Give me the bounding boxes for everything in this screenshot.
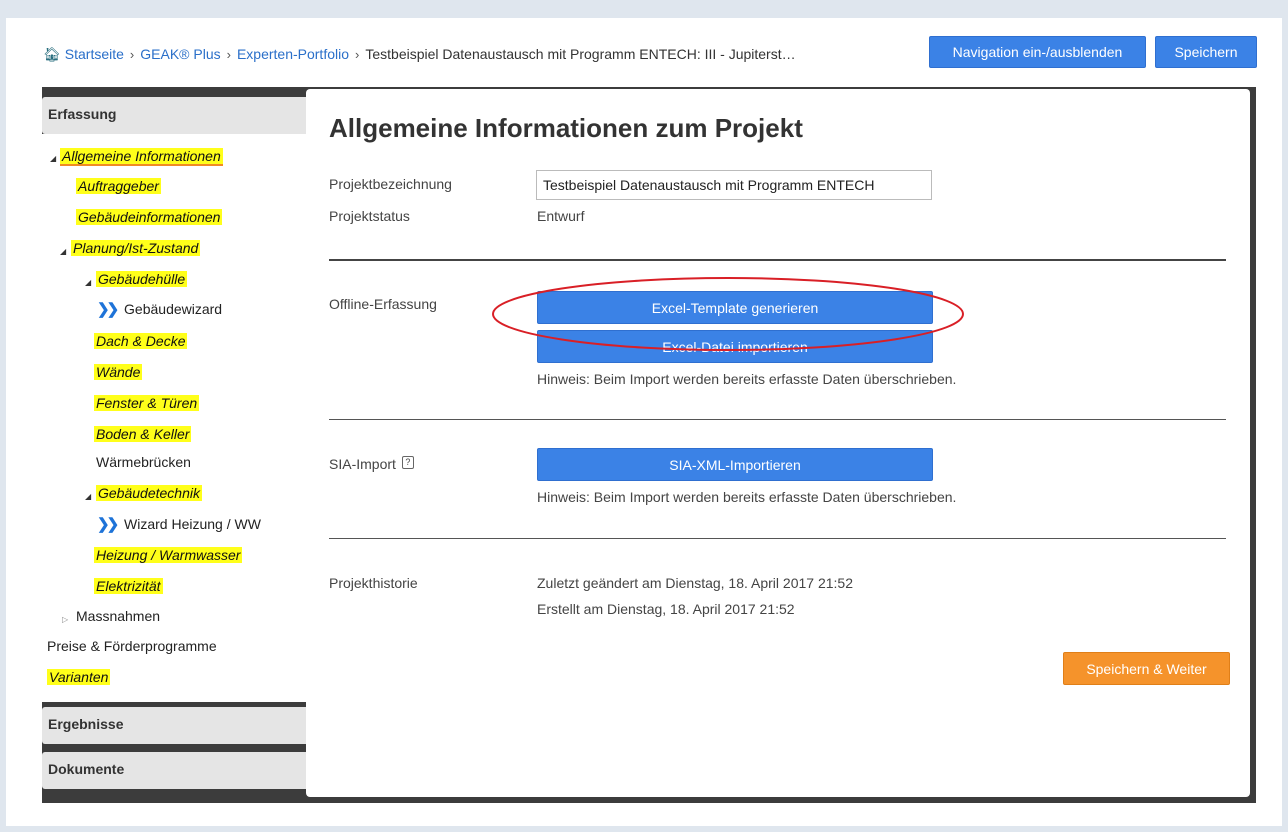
import-note: Hinweis: Beim Import werden bereits erfa… — [537, 371, 957, 387]
sidebar-item-label: Elektrizität — [94, 578, 163, 594]
projektstatus-value: Entwurf — [537, 208, 585, 224]
sidebar-item-waermebruecken[interactable]: Wärmebrücken — [96, 450, 191, 474]
breadcrumb-current: Testbeispiel Datenaustausch mit Programm… — [365, 46, 796, 62]
section-ergebnisse[interactable]: Ergebnisse — [42, 707, 306, 744]
collapsed-triangle-icon[interactable]: ▷ — [62, 615, 68, 624]
expanded-triangle-icon[interactable]: ◢ — [85, 278, 91, 287]
expanded-triangle-icon[interactable]: ◢ — [50, 154, 56, 163]
sidebar-nav: ◢ Allgemeine Informationen Auftraggeber … — [42, 134, 306, 702]
sidebar-item-gebaeudetechnik[interactable]: Gebäudetechnik — [96, 481, 202, 505]
sidebar-item-waende[interactable]: Wände — [94, 360, 143, 384]
divider — [329, 419, 1226, 420]
sia-xml-import-button[interactable]: SIA-XML-Importieren — [537, 448, 933, 481]
projekthistorie-label: Projekthistorie — [329, 575, 418, 591]
sidebar-item-label: Boden & Keller — [94, 426, 192, 442]
sia-note: Hinweis: Beim Import werden bereits erfa… — [537, 489, 957, 505]
help-icon[interactable]: ? — [401, 456, 414, 469]
navigation-toggle-button[interactable]: Navigation ein-/ausblenden — [929, 36, 1146, 68]
sidebar-item-label: Allgemeine Informationen — [60, 148, 223, 166]
sidebar-item-auftraggeber[interactable]: Auftraggeber — [76, 174, 161, 198]
sidebar-item-label: Wärmebrücken — [96, 454, 191, 470]
sidebar-item-allgemeine-informationen[interactable]: Allgemeine Informationen — [60, 144, 223, 168]
excel-template-button[interactable]: Excel-Template generieren — [537, 291, 933, 324]
sidebar-item-gebaeudewizard[interactable]: ❯❯ Gebäudewizard — [97, 297, 222, 321]
save-and-continue-button[interactable]: Speichern & Weiter — [1063, 652, 1230, 685]
divider — [329, 259, 1226, 261]
sidebar-item-preise[interactable]: Preise & Förderprogramme — [47, 634, 217, 658]
sidebar: Erfassung ◢ Allgemeine Informationen Auf… — [42, 97, 306, 793]
offline-erfassung-label: Offline-Erfassung — [329, 296, 437, 312]
sidebar-item-label: Gebäudewizard — [124, 301, 223, 317]
breadcrumb-separator: › — [129, 46, 135, 62]
section-dokumente[interactable]: Dokumente — [42, 752, 306, 789]
section-erfassung[interactable]: Erfassung — [42, 97, 306, 134]
sidebar-item-heizung-warmwasser[interactable]: Heizung / Warmwasser — [94, 543, 243, 567]
sidebar-item-label: Dach & Decke — [94, 333, 188, 349]
sidebar-item-label: Planung/Ist-Zustand — [71, 240, 201, 256]
sidebar-item-label: Gebäudetechnik — [96, 485, 202, 501]
expanded-triangle-icon[interactable]: ◢ — [60, 247, 66, 256]
page-title: Allgemeine Informationen zum Projekt — [329, 113, 803, 143]
sidebar-item-dach-decke[interactable]: Dach & Decke — [94, 329, 188, 353]
breadcrumb: 🏠︎ Startseite › GEAK® Plus › Experten-Po… — [43, 44, 796, 64]
home-icon[interactable]: 🏠︎ — [43, 46, 61, 63]
sidebar-item-label: Wizard Heizung / WW — [124, 516, 261, 532]
sia-import-label: SIA-Import? — [329, 456, 414, 472]
sidebar-item-fenster-tueren[interactable]: Fenster & Türen — [94, 391, 200, 415]
sia-import-label-text: SIA-Import — [329, 456, 396, 472]
projektstatus-label: Projektstatus — [329, 208, 410, 224]
history-created: Erstellt am Dienstag, 18. April 2017 21:… — [537, 601, 795, 617]
sidebar-item-label: Varianten — [47, 669, 111, 685]
sidebar-item-elektrizitaet[interactable]: Elektrizität — [94, 574, 163, 598]
sidebar-item-label: Preise & Förderprogramme — [47, 638, 217, 654]
sidebar-item-varianten[interactable]: Varianten — [47, 665, 111, 689]
breadcrumb-experten-portfolio[interactable]: Experten-Portfolio — [237, 46, 349, 62]
history-changed: Zuletzt geändert am Dienstag, 18. April … — [537, 575, 853, 591]
sidebar-item-boden-keller[interactable]: Boden & Keller — [94, 422, 192, 446]
sidebar-item-label: Wände — [94, 364, 143, 380]
sidebar-item-label: Heizung / Warmwasser — [94, 547, 243, 563]
breadcrumb-startseite[interactable]: Startseite — [65, 46, 124, 62]
double-chevron-icon: ❯❯ — [97, 516, 119, 533]
sidebar-item-wizard-heizung[interactable]: ❯❯ Wizard Heizung / WW — [97, 512, 261, 536]
sidebar-item-label: Fenster & Türen — [94, 395, 200, 411]
projektbezeichnung-label: Projektbezeichnung — [329, 176, 452, 192]
breadcrumb-separator: › — [226, 46, 231, 62]
divider — [329, 538, 1226, 539]
breadcrumb-separator: › — [355, 46, 360, 62]
excel-import-button[interactable]: Excel-Datei importieren — [537, 330, 933, 363]
sidebar-item-massnahmen[interactable]: Massnahmen — [76, 604, 160, 628]
sidebar-item-label: Gebäudehülle — [96, 271, 188, 287]
expanded-triangle-icon[interactable]: ◢ — [85, 492, 91, 501]
sidebar-item-planung[interactable]: Planung/Ist-Zustand — [71, 236, 201, 260]
sidebar-item-gebaeudehuelle[interactable]: Gebäudehülle — [96, 267, 188, 291]
breadcrumb-geak-plus[interactable]: GEAK® Plus — [140, 46, 220, 62]
sidebar-item-label: Auftraggeber — [76, 178, 161, 194]
sidebar-item-label: Massnahmen — [76, 608, 161, 624]
save-button[interactable]: Speichern — [1155, 36, 1257, 68]
projektbezeichnung-input[interactable]: Testbeispiel Datenaustausch mit Programm… — [536, 170, 932, 200]
sidebar-item-gebaeudeinformationen[interactable]: Gebäudeinformationen — [76, 205, 223, 229]
sidebar-item-label: Gebäudeinformationen — [76, 209, 223, 225]
double-chevron-icon: ❯❯ — [97, 301, 119, 318]
